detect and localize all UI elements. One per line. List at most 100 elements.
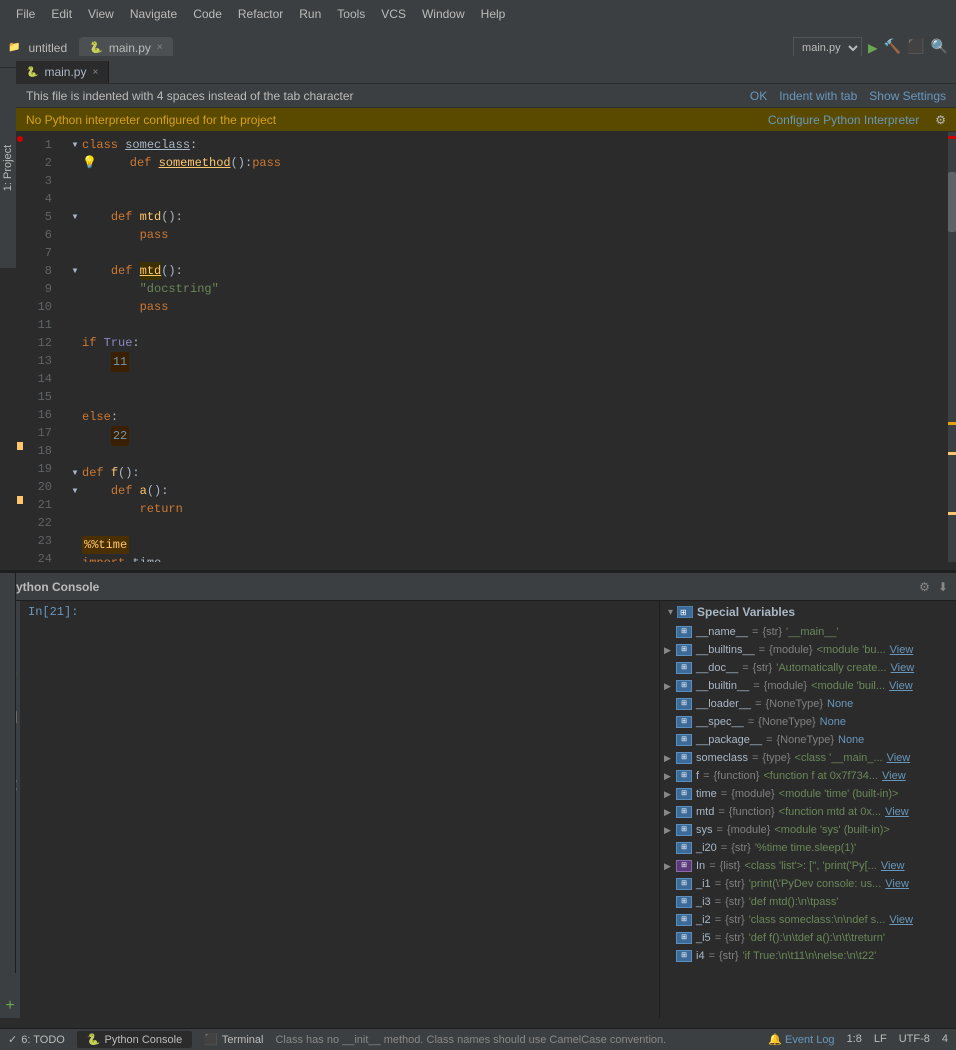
var-row-i20[interactable]: ⊞ _i20 = {str} '%time time.sleep(1)': [660, 839, 956, 857]
menu-tools[interactable]: Tools: [329, 3, 373, 25]
terminal-tab[interactable]: ⬛ Terminal: [204, 1031, 263, 1048]
var-icon-1: ⊞: [676, 626, 692, 638]
var-row-i1[interactable]: ⊞ _i1 = {str} 'print(\'PyDev console: us…: [660, 875, 956, 893]
var-row-builtin[interactable]: ▶ ⊞ __builtin__ = {module} <module 'buil…: [660, 677, 956, 695]
status-message: Class has no __init__ method. Class name…: [263, 1034, 768, 1046]
search-button[interactable]: 🔍: [931, 39, 948, 56]
var-icon-16: ⊞: [676, 896, 692, 908]
project-tab[interactable]: untitled: [28, 41, 67, 55]
expand-time[interactable]: ▶: [664, 786, 676, 802]
python-console-tab[interactable]: 🐍 Python Console: [77, 1031, 192, 1048]
file-tab-close[interactable]: ×: [157, 42, 163, 53]
view-mtd[interactable]: View: [885, 804, 909, 820]
line-ending[interactable]: LF: [874, 1033, 887, 1046]
menu-edit[interactable]: Edit: [43, 3, 80, 25]
fold-5[interactable]: [68, 208, 82, 226]
menu-refactor[interactable]: Refactor: [230, 3, 291, 25]
view-someclass[interactable]: View: [887, 750, 911, 766]
scroll-thumb[interactable]: [948, 172, 956, 232]
svg-text:⊞: ⊞: [680, 608, 687, 617]
view-doc[interactable]: View: [891, 660, 915, 676]
var-row-i2[interactable]: ⊞ _i2 = {str} 'class someclass:\n\ndef s…: [660, 911, 956, 929]
view-in[interactable]: View: [881, 858, 905, 874]
variables-panel: ▾ ⊞ Special Variables ⊞ __name__ = {str}…: [660, 601, 956, 1018]
var-row-doc[interactable]: ⊞ __doc__ = {str} 'Automatically create.…: [660, 659, 956, 677]
menu-file[interactable]: File: [8, 3, 43, 25]
console-add-icon[interactable]: +: [2, 998, 18, 1014]
event-log-button[interactable]: 🔔 Event Log: [768, 1033, 834, 1046]
menu-run[interactable]: Run: [291, 3, 329, 25]
todo-tab[interactable]: ✓ 6: TODO: [8, 1031, 65, 1048]
menu-vcs[interactable]: VCS: [373, 3, 414, 25]
terminal-icon: ⬛: [204, 1033, 218, 1046]
fold-1[interactable]: [68, 136, 82, 154]
expand-in[interactable]: ▶: [664, 858, 676, 874]
console-input[interactable]: In[21]:: [20, 601, 659, 1018]
encoding[interactable]: UTF-8: [899, 1033, 930, 1046]
var-row-i4[interactable]: ⊞ i4 = {str} 'if True:\n\t11\n\nelse:\n\…: [660, 947, 956, 965]
expand-builtins[interactable]: ▶: [664, 642, 676, 658]
code-line-23: %%time: [68, 536, 952, 554]
var-icon-4: ⊞: [676, 680, 692, 692]
var-row-i5[interactable]: ⊞ _i5 = {str} 'def f():\n\tdef a():\n\t\…: [660, 929, 956, 947]
interpreter-gear-icon[interactable]: ⚙: [935, 113, 946, 127]
expand-sys[interactable]: ▶: [664, 822, 676, 838]
fold-20[interactable]: [68, 482, 82, 500]
var-icon-7: ⊞: [676, 734, 692, 746]
interpreter-notification: No Python interpreter configured for the…: [16, 108, 956, 132]
menu-code[interactable]: Code: [185, 3, 230, 25]
menu-view[interactable]: View: [80, 3, 122, 25]
indent-size[interactable]: 4: [942, 1033, 948, 1046]
var-row-builtins[interactable]: ▶ ⊞ __builtins__ = {module} <module 'bu.…: [660, 641, 956, 659]
open-file-tab[interactable]: 🐍 main.py ×: [16, 61, 109, 83]
stop-button[interactable]: ⬛: [907, 39, 924, 56]
var-row-sys[interactable]: ▶ ⊞ sys = {module} <module 'sys' (built-…: [660, 821, 956, 839]
ok-button[interactable]: OK: [750, 89, 767, 103]
var-icon-13: ⊞: [676, 842, 692, 854]
warning-marker-2: [17, 496, 23, 504]
code-content[interactable]: class someclass: 💡 def somemethod():pass…: [60, 132, 956, 562]
configure-interpreter-button[interactable]: Configure Python Interpreter: [768, 113, 919, 127]
console-download-icon[interactable]: ⬇: [938, 580, 948, 594]
code-editor: 1234 5678 9101112 13141516 17181920 2122…: [16, 132, 956, 562]
var-icon-14: ⊞: [676, 860, 692, 872]
expand-someclass[interactable]: ▶: [664, 750, 676, 766]
expand-mtd[interactable]: ▶: [664, 804, 676, 820]
view-builtins[interactable]: View: [890, 642, 914, 658]
view-f[interactable]: View: [882, 768, 906, 784]
expand-builtin[interactable]: ▶: [664, 678, 676, 694]
fold-8[interactable]: [68, 262, 82, 280]
var-row-i3[interactable]: ⊞ _i3 = {str} 'def mtd():\n\tpass': [660, 893, 956, 911]
var-row-f[interactable]: ▶ ⊞ f = {function} <function f at 0x7f73…: [660, 767, 956, 785]
var-row-name[interactable]: ⊞ __name__ = {str} '__main__': [660, 623, 956, 641]
var-row-someclass[interactable]: ▶ ⊞ someclass = {type} <class '__main_..…: [660, 749, 956, 767]
run-button[interactable]: ▶: [868, 38, 878, 58]
project-sidebar-tab[interactable]: 1: Project: [0, 68, 16, 268]
var-icon-6: ⊞: [676, 716, 692, 728]
view-i1[interactable]: View: [885, 876, 909, 892]
var-row-in[interactable]: ▶ ⊞ In = {list} <class 'list'>: ['', 'pr…: [660, 857, 956, 875]
code-line-10: pass: [68, 298, 952, 316]
var-icon-10: ⊞: [676, 788, 692, 800]
console-settings-icon[interactable]: ⚙: [919, 580, 930, 594]
code-line-4: [68, 190, 952, 208]
show-settings-button[interactable]: Show Settings: [869, 89, 946, 103]
fold-19[interactable]: [68, 464, 82, 482]
var-row-time[interactable]: ▶ ⊞ time = {module} <module 'time' (buil…: [660, 785, 956, 803]
file-tab-x[interactable]: ×: [92, 67, 98, 78]
menu-navigate[interactable]: Navigate: [122, 3, 185, 25]
var-row-spec[interactable]: ⊞ __spec__ = {NoneType} None: [660, 713, 956, 731]
var-row-mtd[interactable]: ▶ ⊞ mtd = {function} <function mtd at 0x…: [660, 803, 956, 821]
vars-collapse-icon[interactable]: ▾: [668, 607, 673, 618]
menu-help[interactable]: Help: [473, 3, 514, 25]
var-row-package[interactable]: ⊞ __package__ = {NoneType} None: [660, 731, 956, 749]
indent-with-tab-button[interactable]: Indent with tab: [779, 89, 857, 103]
var-icon-15: ⊞: [676, 878, 692, 890]
expand-f[interactable]: ▶: [664, 768, 676, 784]
build-button[interactable]: 🔨: [884, 39, 901, 56]
view-builtin[interactable]: View: [889, 678, 913, 694]
menu-window[interactable]: Window: [414, 3, 473, 25]
view-i2[interactable]: View: [889, 912, 913, 928]
var-row-loader[interactable]: ⊞ __loader__ = {NoneType} None: [660, 695, 956, 713]
editor-scrollbar[interactable]: [948, 132, 956, 562]
